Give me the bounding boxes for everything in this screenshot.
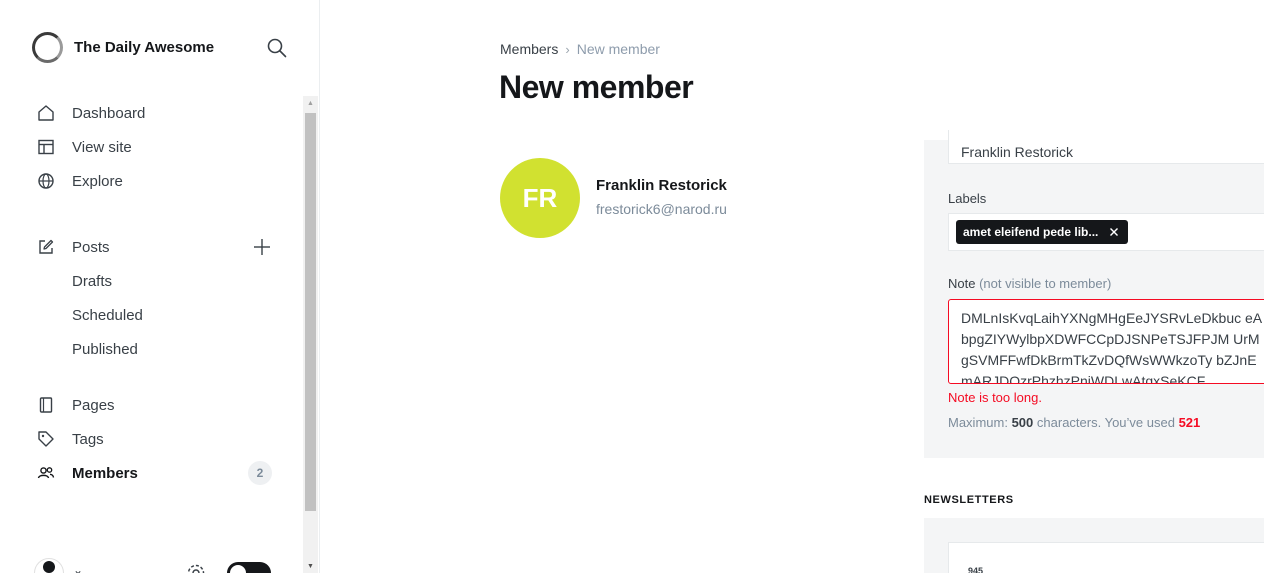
sidebar-scrollbar[interactable]: ▲ ▼ bbox=[303, 96, 318, 573]
tag-icon bbox=[36, 429, 56, 449]
close-icon[interactable] bbox=[1108, 226, 1120, 238]
labels-input[interactable]: amet eleifend pede lib... bbox=[948, 213, 1264, 251]
count-mid: characters. You’ve used bbox=[1036, 415, 1175, 430]
scroll-up-arrow-icon[interactable]: ▲ bbox=[303, 96, 318, 110]
member-avatar: FR bbox=[500, 158, 580, 238]
newsletters-heading: NEWSLETTERS bbox=[924, 494, 1014, 506]
nav-item-explore[interactable]: Explore bbox=[36, 169, 276, 193]
note-label-text: Note bbox=[948, 276, 976, 291]
count-max: 500 bbox=[1011, 415, 1034, 430]
label-token[interactable]: amet eleifend pede lib... bbox=[956, 220, 1129, 244]
chevron-right-icon: › bbox=[565, 41, 570, 57]
nav-item-posts[interactable]: Posts bbox=[36, 235, 276, 259]
name-field[interactable]: Franklin Restorick bbox=[948, 130, 1264, 164]
add-post-icon[interactable] bbox=[252, 237, 272, 257]
nav-label: Explore bbox=[72, 172, 123, 190]
breadcrumb-current: New member bbox=[576, 41, 660, 57]
breadcrumb-members-link[interactable]: Members bbox=[500, 41, 558, 57]
nav-item-dashboard[interactable]: Dashboard bbox=[36, 101, 276, 125]
scroll-thumb[interactable] bbox=[305, 113, 316, 511]
member-form-panel: Franklin Restorick Labels amet eleifend … bbox=[924, 130, 1264, 458]
gear-icon[interactable] bbox=[185, 562, 207, 573]
members-icon bbox=[36, 463, 56, 483]
nav-item-tags[interactable]: Tags bbox=[36, 427, 276, 451]
nav-item-view-site[interactable]: View site bbox=[36, 135, 276, 159]
nav-label: Members bbox=[72, 464, 138, 482]
breadcrumb: Members › New member bbox=[500, 41, 660, 57]
search-icon[interactable] bbox=[266, 37, 288, 59]
brand[interactable]: The Daily Awesome bbox=[32, 32, 214, 63]
note-textarea[interactable]: DMLnIsKvqLaihYXNgMHgEeJYSRvLeDkbuc eAbpg… bbox=[948, 299, 1264, 384]
label-token-text: amet eleifend pede lib... bbox=[963, 225, 1099, 239]
dark-mode-toggle[interactable] bbox=[227, 562, 271, 573]
site-title: The Daily Awesome bbox=[74, 39, 215, 56]
sidebar: The Daily Awesome Dashboard View site Ex… bbox=[0, 0, 320, 573]
nav-label: Pages bbox=[72, 396, 115, 414]
nav-item-drafts[interactable]: Drafts bbox=[36, 269, 276, 293]
note-character-count: Maximum: 500 characters. You’ve used 521 bbox=[948, 415, 1200, 430]
nav-item-scheduled[interactable]: Scheduled bbox=[36, 303, 276, 327]
nav-label: Dashboard bbox=[72, 104, 146, 122]
labels-label: Labels bbox=[948, 191, 987, 206]
newsletter-subscriber-count: 945 bbox=[968, 566, 984, 573]
page-icon bbox=[36, 395, 56, 415]
scroll-down-arrow-icon[interactable]: ▼ bbox=[303, 559, 318, 573]
nav-item-pages[interactable]: Pages bbox=[36, 393, 276, 417]
chevron-down-icon[interactable]: ⌄ bbox=[73, 563, 83, 573]
members-count-badge: 2 bbox=[248, 461, 272, 485]
nav-label: Drafts bbox=[72, 272, 113, 290]
user-avatar[interactable] bbox=[34, 558, 64, 573]
member-name: Franklin Restorick bbox=[596, 177, 727, 194]
note-label: Note (not visible to member) bbox=[948, 276, 1111, 291]
nav-item-published[interactable]: Published bbox=[36, 337, 276, 361]
nav-label: Scheduled bbox=[72, 306, 143, 324]
member-email: frestorick6@narod.ru bbox=[596, 201, 727, 217]
globe-icon bbox=[36, 171, 56, 191]
nav-label: Published bbox=[72, 340, 138, 358]
page-title: New member bbox=[499, 69, 694, 105]
nav-label: View site bbox=[72, 138, 132, 156]
count-prefix: Maximum: bbox=[948, 415, 1008, 430]
nav-item-members[interactable]: Members 2 bbox=[36, 461, 276, 485]
note-hint: (not visible to member) bbox=[979, 276, 1112, 291]
note-error-message: Note is too long. bbox=[948, 390, 1042, 405]
home-icon bbox=[36, 103, 56, 123]
nav-label: Tags bbox=[72, 430, 104, 448]
edit-icon bbox=[36, 237, 56, 257]
nav-label: Posts bbox=[72, 238, 110, 256]
layout-icon bbox=[36, 137, 56, 157]
newsletter-item[interactable]: 945 bbox=[948, 542, 1264, 573]
site-logo-icon bbox=[32, 32, 63, 63]
count-used: 521 bbox=[1178, 415, 1201, 430]
